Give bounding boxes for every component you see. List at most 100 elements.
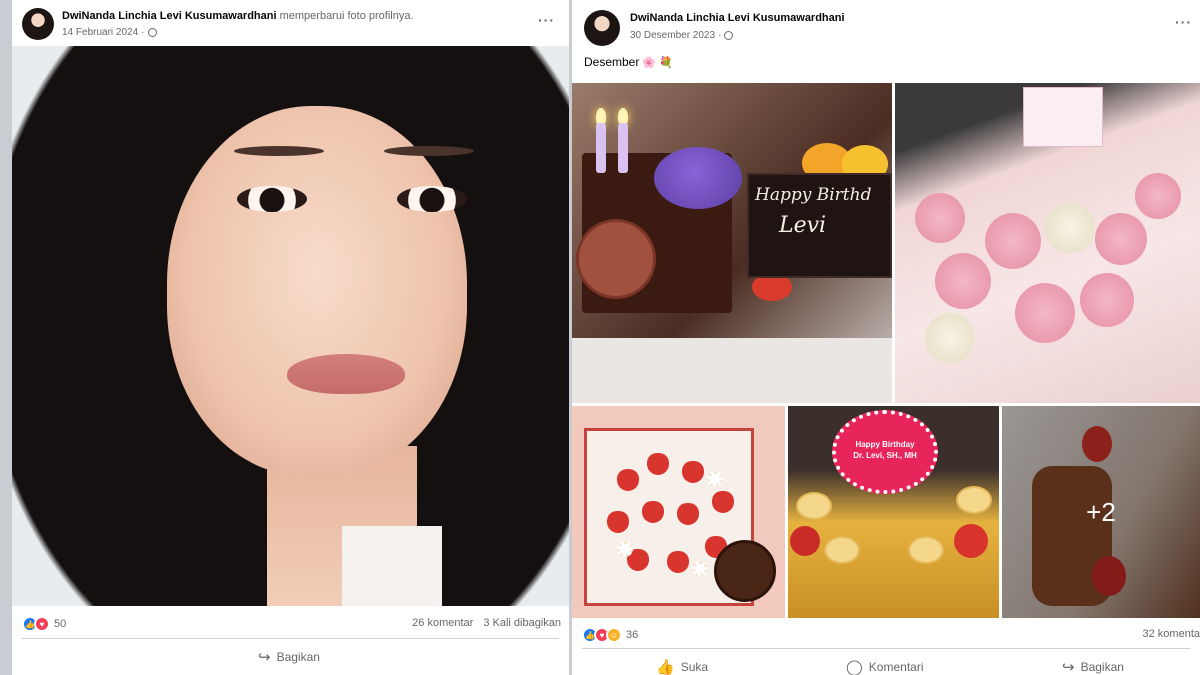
globe-icon [724,31,734,40]
post-meta: 14 Februari 2024 · [62,27,157,38]
photo-tile-bouquet[interactable] [895,83,1200,403]
post-action-text: memperbarui foto profilnya. [279,10,414,22]
topper-line-1: Happy Birthday [855,440,915,449]
like-icon: 👍 [656,659,675,675]
post-header: DwiNanda Linchia Levi Kusumawardhani mem… [12,0,569,46]
share-label: Bagikan [276,650,320,664]
rose [985,213,1041,269]
photo-eye-left [237,186,307,212]
flower-garnish [707,471,723,487]
post-stats: 👍 ♥ 50 26 komentar 3 Kali dibagikan [12,610,569,636]
flower-garnish [692,561,708,577]
more-icon[interactable]: ··· [1175,14,1192,30]
more-icon[interactable]: ··· [538,12,555,28]
post-profile-photo: DwiNanda Linchia Levi Kusumawardhani mem… [12,0,569,675]
strawberry [712,491,734,513]
topper-line-2: Dr. Levi, SH., MH [853,450,917,460]
plaque-line-2: Levi [779,212,827,238]
share-icon: ↪ [258,649,271,666]
globe-icon [147,28,157,37]
share-label: Bagikan [1080,660,1124,674]
rose-white [1045,203,1095,253]
post-caption: Desember 🌸 💐 [584,55,673,69]
photo-brow-left [234,146,324,156]
rose [915,193,965,243]
strawberry [642,501,664,523]
share-button[interactable]: ↪ Bagikan [1062,658,1124,675]
post-meta: 30 Desember 2023 · [630,30,734,41]
candle [596,123,606,173]
macaron [654,147,742,209]
stats-right: 26 komentar 3 Kali dibagikan [412,617,561,629]
chocolate-medallion [576,219,656,299]
plaque-line-1: Happy Birthd [755,185,872,205]
caption-text: Desember [584,55,640,69]
share-count[interactable]: 3 Kali dibagikan [483,617,561,629]
photo-tile-strawberries[interactable] [572,406,785,618]
share-button[interactable]: ↪ Bagikan [258,648,320,666]
comment-count[interactable]: 32 komenta [1143,628,1200,640]
author-line: DwiNanda Linchia Levi Kusumawardhani mem… [62,10,414,22]
strawberry [790,526,820,556]
divider [22,638,559,639]
strawberry [954,524,988,558]
strawberry [647,453,669,475]
cream-swirl [956,486,992,514]
strawberry [617,469,639,491]
reaction-count: 50 [54,618,67,630]
haha-reaction-icon: ☺ [606,627,622,643]
strawberry [607,511,629,533]
strawberry [667,551,689,573]
comment-count[interactable]: 26 komentar [412,617,473,629]
bouquet-emoji-icon: 💐 [659,56,673,69]
comment-label: Komentari [868,660,924,674]
photo-lips [287,354,405,394]
strawberry [677,503,699,525]
strawberry [682,461,704,483]
photo-shoulder [342,526,442,606]
author-name[interactable]: DwiNanda Linchia Levi Kusumawardhani [630,12,845,24]
birthday-plaque: Happy Birthd Levi [747,173,892,278]
more-photos-count: +2 [1086,496,1116,527]
profile-photo[interactable] [12,46,569,606]
rose [1015,283,1075,343]
bouquet-card [1023,87,1103,147]
more-photos-overlay[interactable]: +2 [1002,406,1200,618]
like-label: Suka [680,660,709,674]
author-name[interactable]: DwiNanda Linchia Levi Kusumawardhani [62,10,277,22]
rose [1080,273,1134,327]
post-stats: 👍 ♥ ☺ 36 32 komenta [572,621,1200,647]
cream-swirl [824,536,860,564]
post-date[interactable]: 14 Februari 2024 [62,27,138,38]
photo-brow-right [384,146,474,156]
photo-tile-cake[interactable]: Happy Birthd Levi [572,83,892,403]
reaction-count: 36 [626,629,639,641]
post-birthday-photos: DwiNanda Linchia Levi Kusumawardhani 30 … [572,0,1200,675]
photo-tile-topper-cake[interactable]: Happy Birthday Dr. Levi, SH., MH [788,406,999,618]
avatar[interactable] [22,8,54,40]
plate [572,338,892,403]
cream-swirl [796,492,832,520]
like-button[interactable]: 👍 Suka [656,658,708,675]
reactions-summary[interactable]: 👍 ♥ ☺ 36 [582,627,638,643]
photo-face [167,106,467,476]
cake-topper: Happy Birthday Dr. Levi, SH., MH [832,410,938,494]
chocolate-disc [714,540,776,602]
post-header: DwiNanda Linchia Levi Kusumawardhani 30 … [572,0,1200,46]
post-date[interactable]: 30 Desember 2023 [630,30,715,41]
comment-icon: ◯ [846,659,863,675]
cream-swirl [908,536,944,564]
rose [1135,173,1181,219]
photo-eye-right [397,186,467,212]
reactions-summary[interactable]: 👍 ♥ 50 [22,616,66,632]
avatar[interactable] [584,10,620,46]
love-reaction-icon: ♥ [34,616,50,632]
candle [618,123,628,173]
rose-white [925,313,975,363]
comment-button[interactable]: ◯ Komentari [846,658,924,675]
flower-emoji-icon: 🌸 [642,56,657,69]
rose [935,253,991,309]
photo-tile-more[interactable]: +2 [1002,406,1200,618]
rose [1095,213,1147,265]
author-line: DwiNanda Linchia Levi Kusumawardhani [630,12,845,24]
